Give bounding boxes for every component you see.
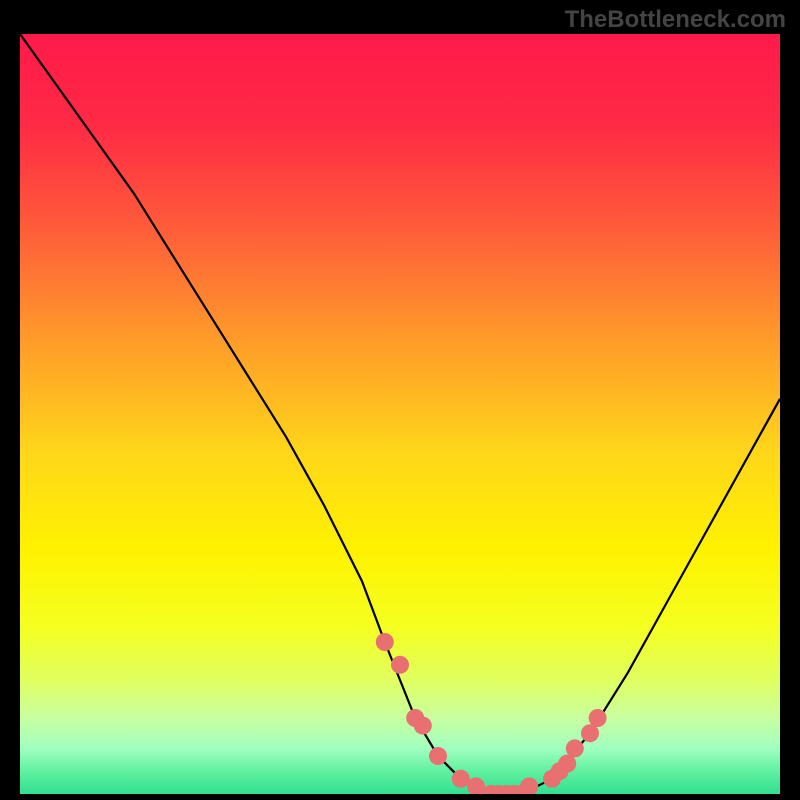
highlight-dot (414, 717, 432, 735)
bottleneck-curve (20, 34, 780, 794)
highlight-dot (520, 777, 538, 794)
highlight-dot (429, 747, 447, 765)
highlight-dot (391, 656, 409, 674)
watermark-text: TheBottleneck.com (565, 6, 786, 34)
highlight-dot (376, 633, 394, 651)
highlight-dot (566, 739, 584, 757)
chart-frame (20, 34, 780, 794)
highlight-dot (589, 709, 607, 727)
